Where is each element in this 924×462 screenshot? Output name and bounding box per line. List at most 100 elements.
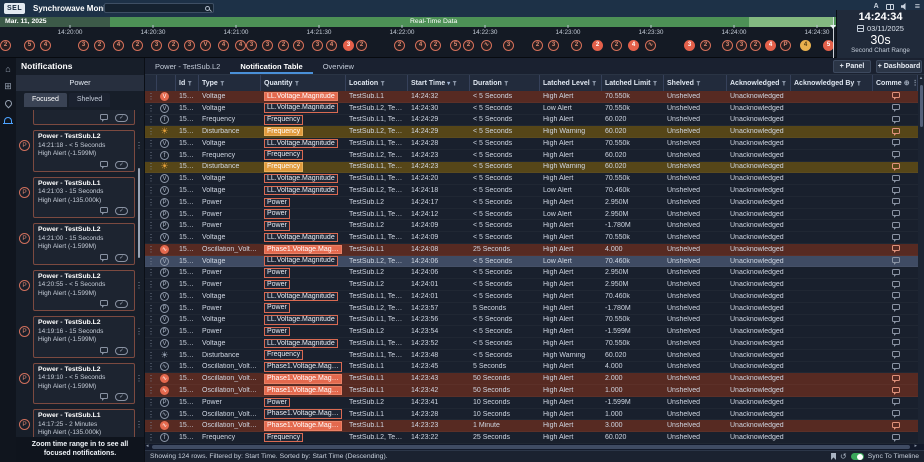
text-size-icon[interactable]: A [874, 3, 879, 10]
add-dashboard-button[interactable]: + Dashboard [876, 60, 922, 73]
acknowledge-icon[interactable]: ✓ [115, 300, 128, 308]
comment-icon[interactable] [892, 304, 900, 310]
column-header-location[interactable]: Location [346, 75, 408, 91]
notification-card-body[interactable]: Power - TestSub.L214:19:16 - 15 SecondsH… [33, 316, 135, 358]
table-row[interactable]: ⋮☀15984DisturbanceFrequencyTestSub.L2, T… [145, 126, 918, 138]
event-count-badge[interactable]: 4 [235, 40, 246, 51]
bookmark-icon[interactable] [831, 453, 836, 460]
event-count-badge[interactable]: 2 [168, 40, 179, 51]
event-count-badge[interactable]: 3 [503, 40, 514, 51]
row-menu-icon[interactable]: ⋮ [145, 151, 157, 160]
comment-icon[interactable] [892, 328, 900, 334]
comment-icon[interactable] [892, 234, 900, 240]
comment-icon[interactable] [892, 410, 900, 416]
event-count-badge[interactable]: 5 [450, 40, 461, 51]
event-count-badge[interactable]: 3 [722, 40, 733, 51]
event-count-badge[interactable]: 2 [356, 40, 367, 51]
table-row[interactable]: ⋮V15976VoltageLL.Voltage.MagnitudeTestSu… [145, 232, 918, 244]
comment-icon[interactable] [100, 393, 108, 399]
comment-icon[interactable] [892, 92, 900, 98]
event-count-badge[interactable]: 2 [132, 40, 143, 51]
event-count-badge[interactable]: 5 [24, 40, 35, 51]
comment-icon[interactable] [892, 398, 900, 404]
row-menu-icon[interactable]: ⋮ [145, 339, 157, 348]
add-panel-button[interactable]: + Panel [833, 60, 871, 73]
table-row[interactable]: ⋮∿15975Oscillation_VoltagePhase1.Voltage… [145, 244, 918, 256]
panels-icon[interactable] [886, 4, 894, 10]
filter-icon[interactable] [856, 81, 861, 86]
rail-item-notifications-bell[interactable] [0, 112, 16, 128]
comment-icon[interactable] [892, 245, 900, 251]
chart-range-value[interactable]: 30s [837, 33, 924, 47]
row-menu-icon[interactable]: ⋮ [145, 421, 157, 430]
row-menu-icon[interactable]: ⋮ [145, 233, 157, 242]
notification-card[interactable]: PPower - TestSub.L114:21:03 - 15 Seconds… [33, 177, 135, 219]
row-menu-icon[interactable]: ⋮ [145, 433, 157, 442]
filter-icon[interactable] [504, 81, 509, 86]
comment-icon[interactable] [892, 128, 900, 134]
notification-card[interactable]: PPower - TestSub.L214:19:16 - 15 Seconds… [33, 316, 135, 358]
timeline-selected-range[interactable] [749, 17, 833, 27]
table-row[interactable]: ⋮f15986FrequencyFrequencyTestSub.L1, Tes… [145, 115, 918, 127]
card-menu-icon[interactable]: ⋮ [135, 141, 143, 150]
sync-toggle[interactable] [851, 453, 864, 460]
notification-card[interactable]: PPower - TestSub.L214:21:18 - < 5 Second… [33, 130, 135, 172]
column-settings-icon[interactable]: ⊕ [904, 79, 910, 87]
row-menu-icon[interactable]: ⋮ [145, 104, 157, 113]
notifications-tab-focused[interactable]: Focused [24, 93, 67, 107]
search-input[interactable] [104, 3, 214, 13]
table-row[interactable]: ⋮∿15964Oscillation_VoltagePhase1.Voltage… [145, 373, 918, 385]
comment-icon[interactable] [892, 222, 900, 228]
comment-icon[interactable] [892, 163, 900, 169]
tab-power-testsub-l2[interactable]: Power - TestSub.L2 [145, 58, 230, 74]
event-count-badge[interactable]: 4 [326, 40, 337, 51]
event-count-badge[interactable]: 2 [532, 40, 543, 51]
table-row[interactable]: ⋮f15983FrequencyFrequencyTestSub.L2, Tes… [145, 150, 918, 162]
comment-icon[interactable] [892, 281, 900, 287]
comment-icon[interactable] [892, 387, 900, 393]
event-count-badge[interactable]: 3 [262, 40, 273, 51]
event-count-badge[interactable]: 3 [684, 40, 695, 51]
card-menu-icon[interactable]: ⋮ [135, 327, 143, 336]
event-count-badge[interactable]: 3 [736, 40, 747, 51]
table-row[interactable]: ⋮V15967VoltageLL.Voltage.MagnitudeTestSu… [145, 338, 918, 350]
notification-card-body[interactable]: Power - TestSub.L214:21:18 - < 5 Seconds… [33, 130, 135, 172]
notification-card[interactable]: P✓ [33, 110, 135, 125]
filter-icon[interactable] [592, 81, 597, 86]
table-row[interactable]: ⋮P15962PowerPowerTestSub.L214:23:4110 Se… [145, 397, 918, 409]
event-count-badge[interactable]: 3 [312, 40, 323, 51]
tab-overview[interactable]: Overview [313, 58, 364, 74]
table-row[interactable]: ⋮P15968PowerPowerTestSub.L214:23:54< 5 S… [145, 326, 918, 338]
row-menu-icon[interactable]: ⋮ [145, 198, 157, 207]
event-count-badge[interactable]: 2 [430, 40, 441, 51]
table-row[interactable]: ⋮V15985VoltageLL.Voltage.MagnitudeTestSu… [145, 138, 918, 150]
column-header-type[interactable]: Type [199, 75, 261, 91]
comment-icon[interactable] [892, 210, 900, 216]
event-count-badge[interactable]: 2 [463, 40, 474, 51]
rail-item-home[interactable] [0, 61, 16, 77]
acknowledge-icon[interactable]: ✓ [115, 347, 128, 355]
comment-icon[interactable] [100, 300, 108, 306]
current-date-row[interactable]: 03/11/2025 [837, 24, 924, 33]
filter-icon[interactable] [452, 81, 457, 86]
event-count-badge[interactable]: 3 [548, 40, 559, 51]
event-count-badge[interactable]: 2 [700, 40, 711, 51]
event-count-badge[interactable]: 4 [800, 40, 811, 51]
column-header-start-time[interactable]: Start Time▾ [408, 75, 470, 91]
event-count-badge[interactable]: P [780, 40, 791, 51]
row-menu-icon[interactable]: ⋮ [145, 174, 157, 183]
acknowledge-icon[interactable]: ✓ [115, 393, 128, 401]
row-menu-icon[interactable]: ⋮ [145, 327, 157, 336]
comment-icon[interactable] [892, 316, 900, 322]
notification-card[interactable]: PPower - TestSub.L214:19:10 - < 5 Second… [33, 363, 135, 405]
row-menu-icon[interactable]: ⋮ [145, 221, 157, 230]
event-count-badge[interactable]: 2 [293, 40, 304, 51]
table-row[interactable]: ⋮∿15961Oscillation_VoltagePhase1.Voltage… [145, 409, 918, 421]
table-row[interactable]: ⋮P15979PowerPowerTestSub.L214:24:17< 5 S… [145, 197, 918, 209]
event-count-badge[interactable]: 3 [343, 40, 354, 51]
row-menu-icon[interactable]: ⋮ [145, 268, 157, 277]
notification-card-body[interactable]: Power - TestSub.L214:21:00 - 15 SecondsH… [33, 223, 135, 265]
column-header-latched-limit[interactable]: Latched Limit [602, 75, 664, 91]
event-count-badge[interactable]: 4 [40, 40, 51, 51]
filter-icon[interactable] [294, 81, 299, 86]
